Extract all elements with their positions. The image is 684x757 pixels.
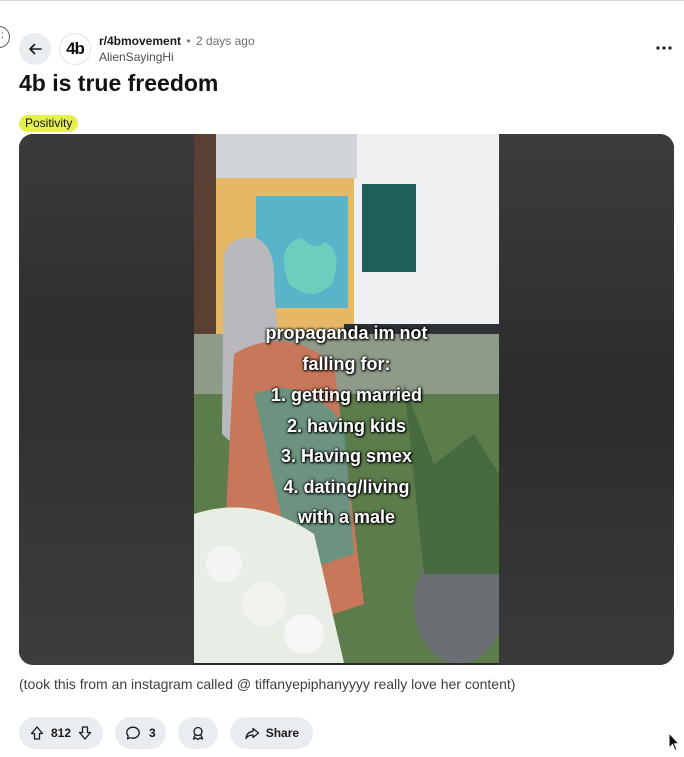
award-button[interactable] — [177, 717, 218, 749]
post-meta: r/4bmovement • 2 days ago AlienSayingHi — [99, 34, 255, 65]
overlay-text-line: 2. having kids — [286, 416, 407, 436]
post-body-text: (took this from an instagram called @ ti… — [19, 676, 516, 692]
back-button[interactable] — [19, 33, 51, 65]
overlay-text-line: falling for: — [302, 354, 391, 374]
vote-count: 812 — [51, 726, 72, 740]
post-time: 2 days ago — [195, 34, 255, 48]
overlay-text-line: 1. getting married — [270, 385, 423, 405]
overlay-text-line: 3. Having smex — [280, 446, 413, 466]
media-blur-right — [499, 134, 674, 665]
speech-bubble-icon — [126, 726, 140, 740]
post-image[interactable]: propaganda im not falling for: 1. gettin… — [194, 134, 499, 663]
partial-icon[interactable]: : — [0, 26, 10, 48]
share-label: Share — [265, 726, 300, 740]
comment-count: 3 — [149, 726, 156, 740]
award-icon — [192, 726, 203, 741]
post-title[interactable]: 4b is true freedom — [19, 68, 218, 98]
overlay-text-line: propaganda im not — [265, 323, 428, 343]
comments-button[interactable]: 3 — [115, 717, 166, 749]
downvote-button[interactable] — [77, 725, 93, 741]
action-bar: 812 3 Share — [19, 717, 314, 749]
share-button[interactable]: Share — [229, 717, 314, 749]
media-blur-left — [19, 134, 194, 665]
overlay-text-line: with a male — [297, 507, 396, 527]
mouse-cursor-icon — [668, 731, 681, 757]
upvote-button[interactable] — [29, 725, 45, 741]
vote-group: 812 — [19, 717, 104, 749]
arrow-down-icon — [78, 726, 92, 740]
post-media[interactable]: propaganda im not falling for: 1. gettin… — [19, 134, 674, 665]
more-options-button[interactable] — [650, 38, 678, 58]
post-flair[interactable]: Positivity — [19, 115, 79, 132]
overlay-text-line: 4. dating/living — [283, 477, 410, 497]
share-arrow-icon — [245, 727, 259, 740]
author-link[interactable]: AlienSayingHi — [99, 50, 255, 65]
subreddit-avatar[interactable]: 4b — [59, 33, 91, 65]
meta-separator: • — [186, 34, 191, 48]
arrow-up-icon — [30, 726, 44, 740]
arrow-left-icon — [29, 43, 42, 55]
ellipsis-icon — [656, 46, 672, 50]
subreddit-link[interactable]: r/4bmovement — [99, 34, 181, 48]
top-divider — [0, 0, 684, 1]
